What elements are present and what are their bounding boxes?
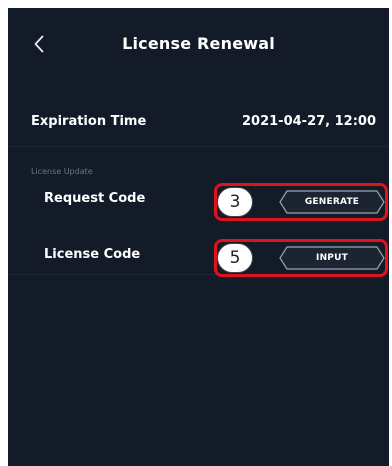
header: License Renewal — [8, 8, 389, 80]
page-title: License Renewal — [122, 34, 275, 53]
input-button-label: INPUT — [316, 253, 348, 263]
expiration-label: Expiration Time — [31, 114, 147, 129]
license-code-label: License Code — [44, 247, 141, 262]
request-code-label: Request Code — [44, 191, 146, 206]
expiration-value: 2021-04-27, 12:00 — [242, 114, 376, 129]
step-badge-5: 5 — [217, 243, 253, 273]
license-update-section-label: License Update — [31, 167, 93, 176]
generate-button[interactable]: GENERATE — [278, 190, 386, 214]
step-badge-3: 3 — [217, 187, 253, 217]
generate-button-label: GENERATE — [304, 197, 360, 207]
license-renewal-screen: License Renewal Expiration Time 2021-04-… — [8, 8, 389, 466]
expiration-row: Expiration Time 2021-04-27, 12:00 — [8, 94, 389, 147]
input-button[interactable]: INPUT — [278, 246, 386, 270]
